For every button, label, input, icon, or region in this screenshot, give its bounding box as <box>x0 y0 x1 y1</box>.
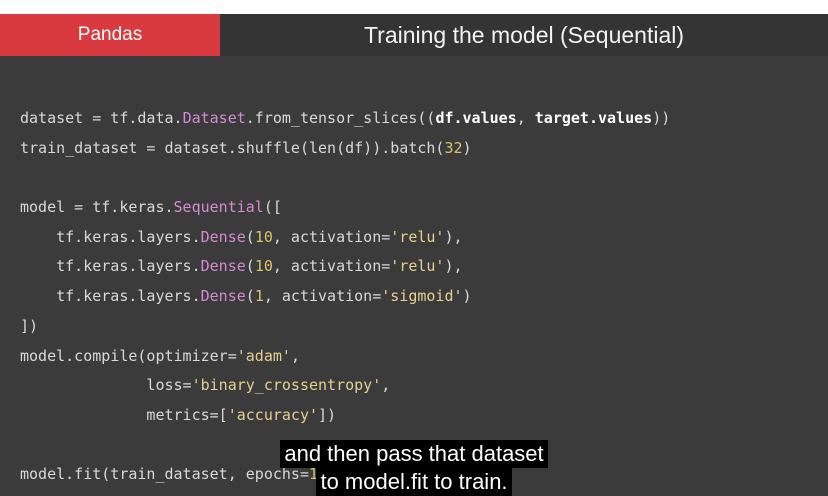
code-text: train_dataset = dataset.shuffle(len(df))… <box>20 138 445 157</box>
code-text: ( <box>245 287 255 306</box>
code-text: , activation= <box>263 287 382 306</box>
code-number: 1 <box>254 287 264 306</box>
code-text: .from_tensor_slices(( <box>245 109 436 127</box>
section-badge-label: Pandas <box>77 24 143 45</box>
code-text: tf.keras.layers. <box>20 287 201 306</box>
code-text: ]) <box>318 405 337 424</box>
code-class: Dense <box>200 227 246 246</box>
code-arg: target.values <box>534 109 653 127</box>
code-text: metrics=[ <box>20 405 228 424</box>
code-text: ) <box>462 287 472 306</box>
code-string: 'binary_crossentropy' <box>191 376 382 395</box>
code-number: 32 <box>444 138 463 157</box>
code-text: model.compile(optimizer= <box>20 346 237 365</box>
code-string: 'relu' <box>390 257 445 276</box>
video-captions: and then pass that dataset to model.fit … <box>0 440 828 496</box>
section-badge: Pandas <box>0 14 220 56</box>
code-line-1: dataset = tf.data.Dataset.from_tensor_sl… <box>20 104 670 134</box>
code-line-7: tf.keras.layers.Dense(1, activation='sig… <box>20 282 670 312</box>
code-string: 'sigmoid' <box>381 287 463 306</box>
code-text: ( <box>245 227 255 246</box>
code-text: , <box>516 109 535 127</box>
code-text: ( <box>245 257 255 276</box>
slide-title-text: Training the model (Sequential) <box>363 21 685 48</box>
code-number: 10 <box>254 257 273 276</box>
code-text: tf.keras.layers. <box>20 257 201 276</box>
code-text: tf.keras.layers. <box>20 227 201 246</box>
caption-line-2: to model.fit to train. <box>316 468 512 496</box>
code-text: , activation= <box>272 257 391 276</box>
code-text: ), <box>444 227 463 246</box>
code-string: 'adam' <box>236 346 291 365</box>
code-string: 'accuracy' <box>227 405 319 424</box>
code-line-6: tf.keras.layers.Dense(10, activation='re… <box>20 252 670 282</box>
top-strip <box>0 0 828 14</box>
code-block: dataset = tf.data.Dataset.from_tensor_sl… <box>20 104 670 490</box>
code-line-10: loss='binary_crossentropy', <box>20 371 670 401</box>
code-text: loss= <box>20 376 192 395</box>
code-text: , <box>381 376 391 395</box>
code-class: Dataset <box>182 109 246 127</box>
code-number: 10 <box>254 227 273 246</box>
code-class: Dense <box>200 287 246 306</box>
slide-title: Training the model (Sequential) <box>220 14 828 56</box>
code-arg: df.values <box>435 109 517 127</box>
code-text: , activation= <box>272 227 391 246</box>
code-text: ), <box>444 257 463 276</box>
caption-line-1: and then pass that dataset <box>280 440 548 468</box>
code-class: Sequential <box>173 198 264 217</box>
code-text: )) <box>652 109 671 127</box>
code-text: ([ <box>263 198 282 217</box>
code-line-2: train_dataset = dataset.shuffle(len(df))… <box>20 134 670 164</box>
code-line-8: ]) <box>20 312 670 342</box>
code-text: dataset = tf.data. <box>20 109 183 127</box>
code-class: Dense <box>200 257 246 276</box>
code-text: , <box>290 346 300 365</box>
code-text: ) <box>462 138 472 157</box>
code-string: 'relu' <box>390 227 445 246</box>
code-line-9: model.compile(optimizer='adam', <box>20 342 670 372</box>
code-text: ]) <box>20 316 39 335</box>
code-text: model = tf.keras. <box>20 198 174 217</box>
code-line-5: tf.keras.layers.Dense(10, activation='re… <box>20 223 670 253</box>
code-line-4: model = tf.keras.Sequential([ <box>20 193 670 223</box>
code-line-11: metrics=['accuracy']) <box>20 401 670 431</box>
